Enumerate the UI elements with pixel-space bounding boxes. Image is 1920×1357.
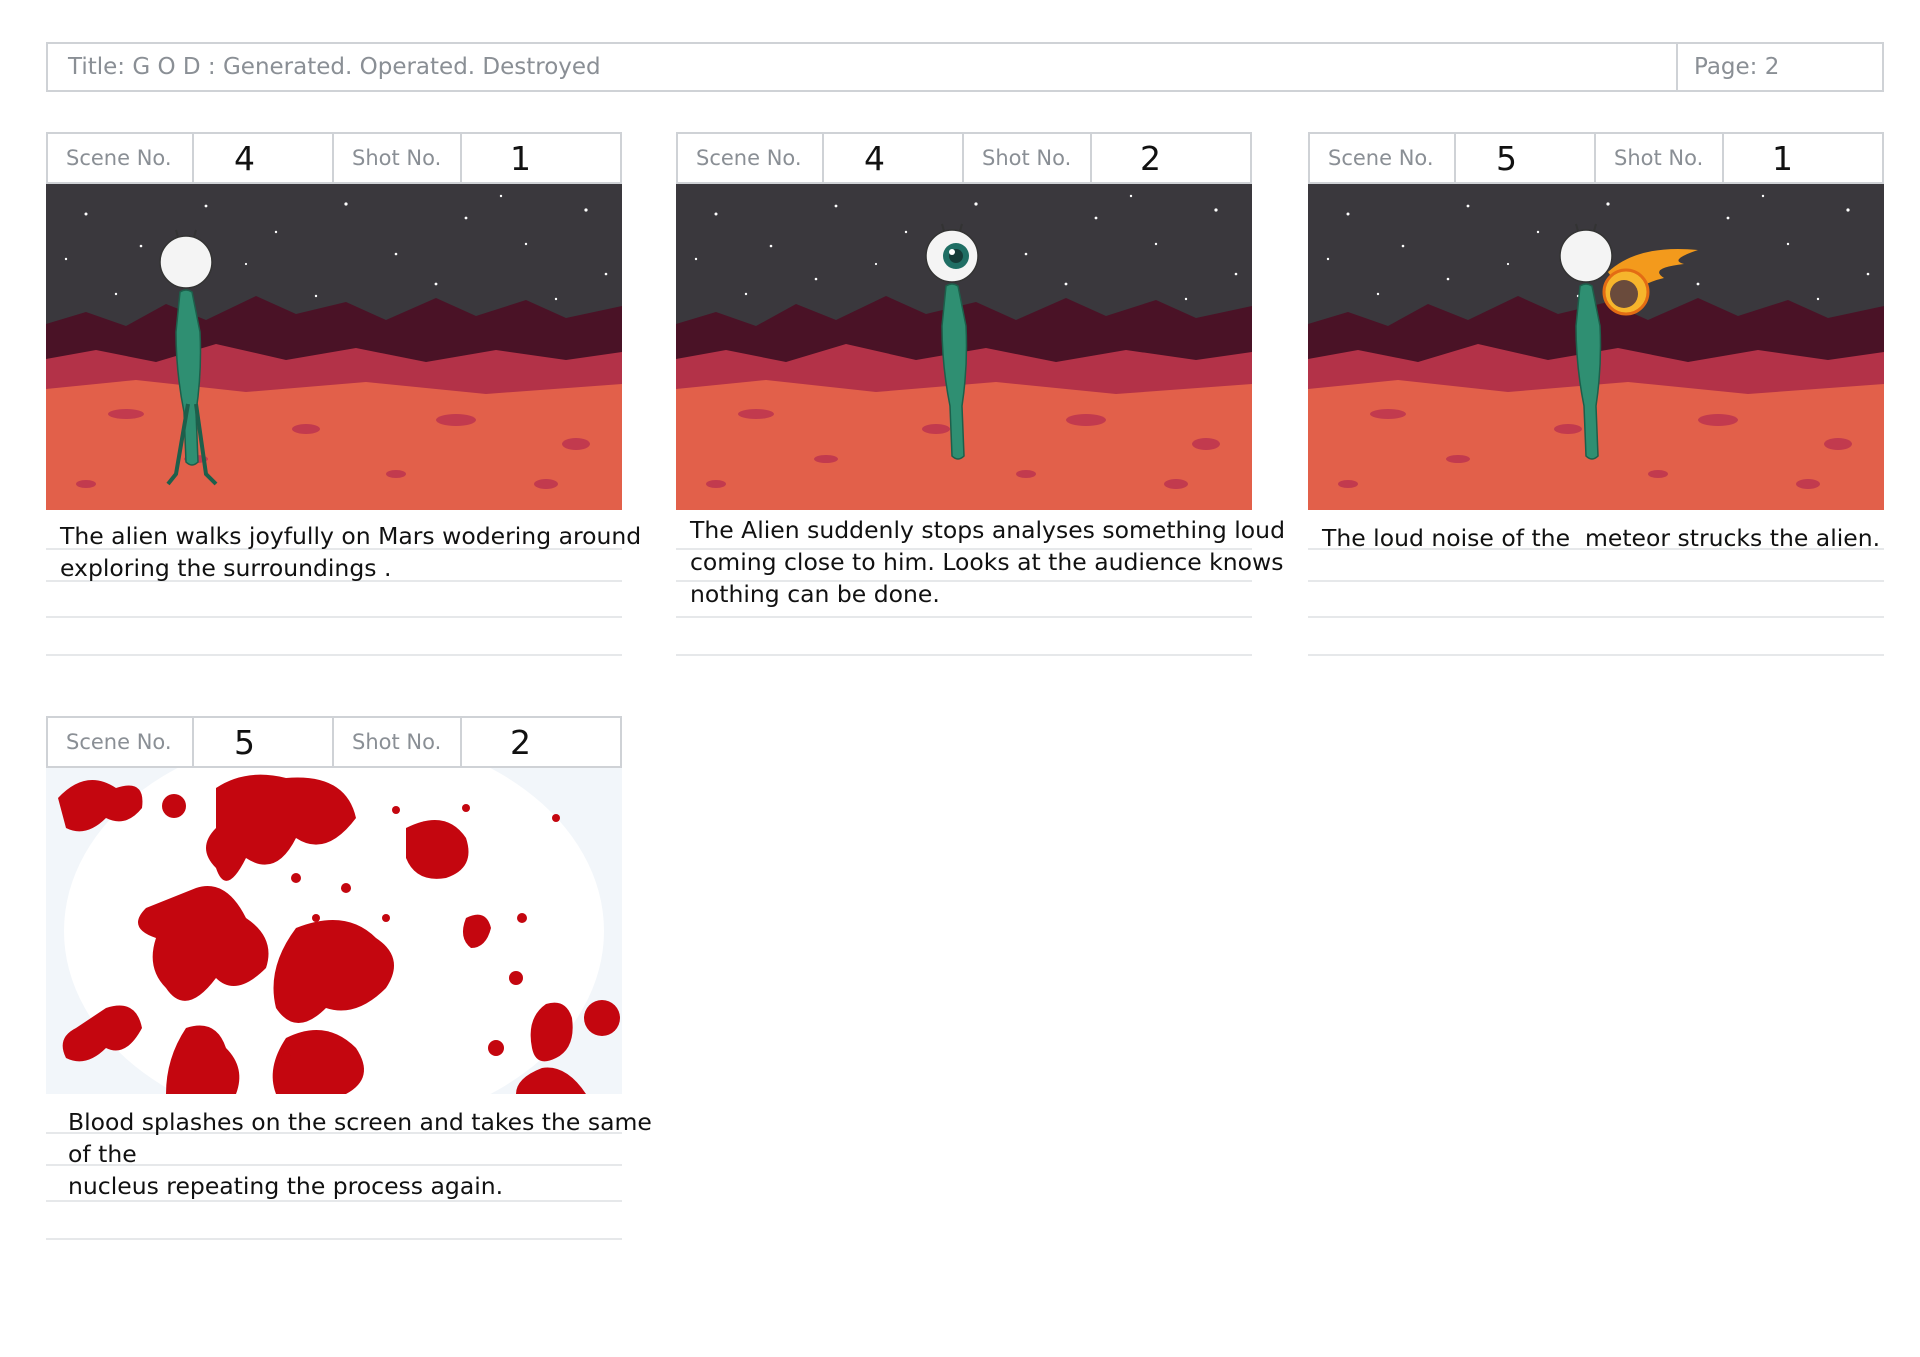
- panel-meta-row: Scene No. 5 Shot No. 2: [46, 716, 622, 766]
- storyboard-panel-1: Scene No. 4 Shot No. 1 The alien walks j…: [46, 132, 641, 666]
- panel-notes: The loud noise of the meteor strucks the…: [1308, 510, 1884, 666]
- storyboard-panel-2: Scene No. 4 Shot No. 2 The Alien suddenl…: [676, 132, 1285, 666]
- storyboard-title: Title: G O D : Generated. Operated. Dest…: [48, 44, 1678, 90]
- storyboard-header: Title: G O D : Generated. Operated. Dest…: [46, 42, 1884, 92]
- panel-description: Blood splashes on the screen and takes t…: [68, 1108, 652, 1200]
- panel-notes: Blood splashes on the screen and takes t…: [46, 1094, 652, 1250]
- panel-image-meteor-strike: [1308, 182, 1884, 510]
- page-number: Page: 2: [1694, 54, 1780, 80]
- panel-description: The alien walks joyfully on Mars woderin…: [60, 522, 642, 582]
- panel-description: The Alien suddenly stops analyses someth…: [690, 516, 1285, 608]
- shot-number: 2: [510, 723, 531, 762]
- panel-notes: The alien walks joyfully on Mars woderin…: [46, 510, 641, 666]
- scene-label: Scene No.: [678, 134, 824, 182]
- panel-meta-row: Scene No. 4 Shot No. 2: [676, 132, 1252, 182]
- shot-number: 1: [510, 139, 531, 178]
- storyboard-panel-4: Scene No. 5 Shot No. 2 Blood splashes on…: [46, 716, 652, 1250]
- panel-description: The loud noise of the meteor strucks the…: [1322, 524, 1881, 552]
- storyboard-panel-3: Scene No. 5 Shot No. 1 The loud noise of…: [1308, 132, 1884, 666]
- shot-label: Shot No.: [964, 134, 1092, 182]
- panel-notes: The Alien suddenly stops analyses someth…: [676, 510, 1285, 666]
- scene-label: Scene No.: [1310, 134, 1456, 182]
- panel-image-alien-walking: [46, 182, 622, 510]
- panel-image-blood-splash: [46, 766, 622, 1094]
- shot-number: 1: [1772, 139, 1793, 178]
- scene-number: 5: [194, 718, 334, 766]
- scene-label: Scene No.: [48, 718, 194, 766]
- shot-label: Shot No.: [334, 134, 462, 182]
- scene-number: 5: [1456, 134, 1596, 182]
- panel-meta-row: Scene No. 4 Shot No. 1: [46, 132, 622, 182]
- panel-image-alien-standing: [676, 182, 1252, 510]
- scene-number: 4: [824, 134, 964, 182]
- scene-number: 4: [194, 134, 334, 182]
- shot-label: Shot No.: [1596, 134, 1724, 182]
- shot-label: Shot No.: [334, 718, 462, 766]
- panel-meta-row: Scene No. 5 Shot No. 1: [1308, 132, 1884, 182]
- scene-label: Scene No.: [48, 134, 194, 182]
- shot-number: 2: [1140, 139, 1161, 178]
